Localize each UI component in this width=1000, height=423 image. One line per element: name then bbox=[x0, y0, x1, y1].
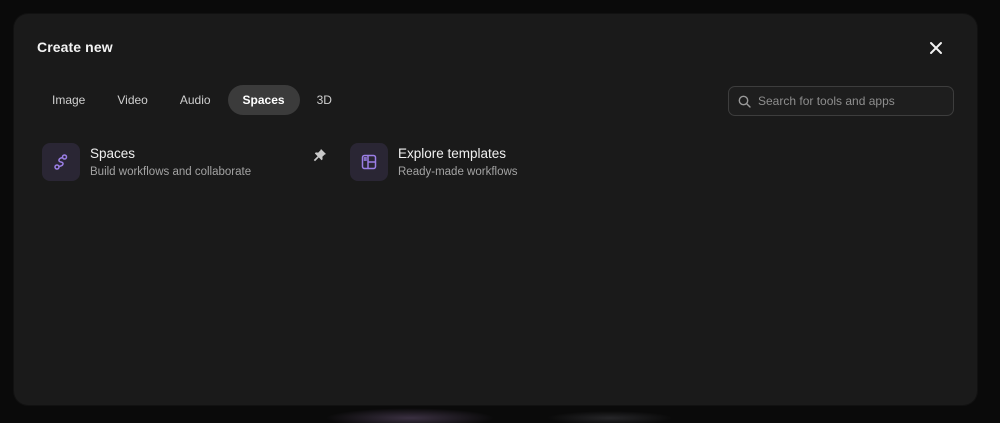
create-new-modal: Create new Image Video Audio Spaces 3D S… bbox=[14, 14, 977, 405]
search-icon bbox=[738, 95, 751, 108]
close-icon bbox=[930, 42, 942, 54]
search-input[interactable] bbox=[758, 94, 953, 108]
tab-spaces[interactable]: Spaces bbox=[227, 85, 300, 115]
close-button[interactable] bbox=[926, 38, 946, 58]
modal-title: Create new bbox=[37, 39, 113, 55]
templates-item-text: Explore templates Ready-made workflows bbox=[398, 146, 518, 178]
explore-templates-item[interactable]: Explore templates Ready-made workflows bbox=[350, 143, 518, 181]
spaces-item-subtitle: Build workflows and collaborate bbox=[90, 166, 252, 178]
tab-audio[interactable]: Audio bbox=[165, 85, 226, 115]
spaces-item[interactable]: Spaces Build workflows and collaborate bbox=[42, 143, 251, 181]
spaces-item-icon-tile bbox=[42, 143, 80, 181]
pin-icon bbox=[313, 149, 326, 162]
tab-image[interactable]: Image bbox=[37, 85, 100, 115]
category-tabs: Image Video Audio Spaces 3D bbox=[37, 85, 347, 115]
templates-item-title: Explore templates bbox=[398, 146, 507, 161]
spaces-item-title: Spaces bbox=[90, 146, 136, 161]
templates-item-icon-tile bbox=[350, 143, 388, 181]
pin-button[interactable] bbox=[312, 147, 328, 163]
templates-item-subtitle: Ready-made workflows bbox=[398, 166, 518, 178]
tab-3d[interactable]: 3D bbox=[302, 85, 347, 115]
spaces-item-text: Spaces Build workflows and collaborate bbox=[90, 146, 251, 178]
template-icon bbox=[361, 154, 377, 170]
workflow-icon bbox=[54, 154, 68, 170]
search-box[interactable] bbox=[728, 86, 954, 116]
tab-video[interactable]: Video bbox=[102, 85, 162, 115]
